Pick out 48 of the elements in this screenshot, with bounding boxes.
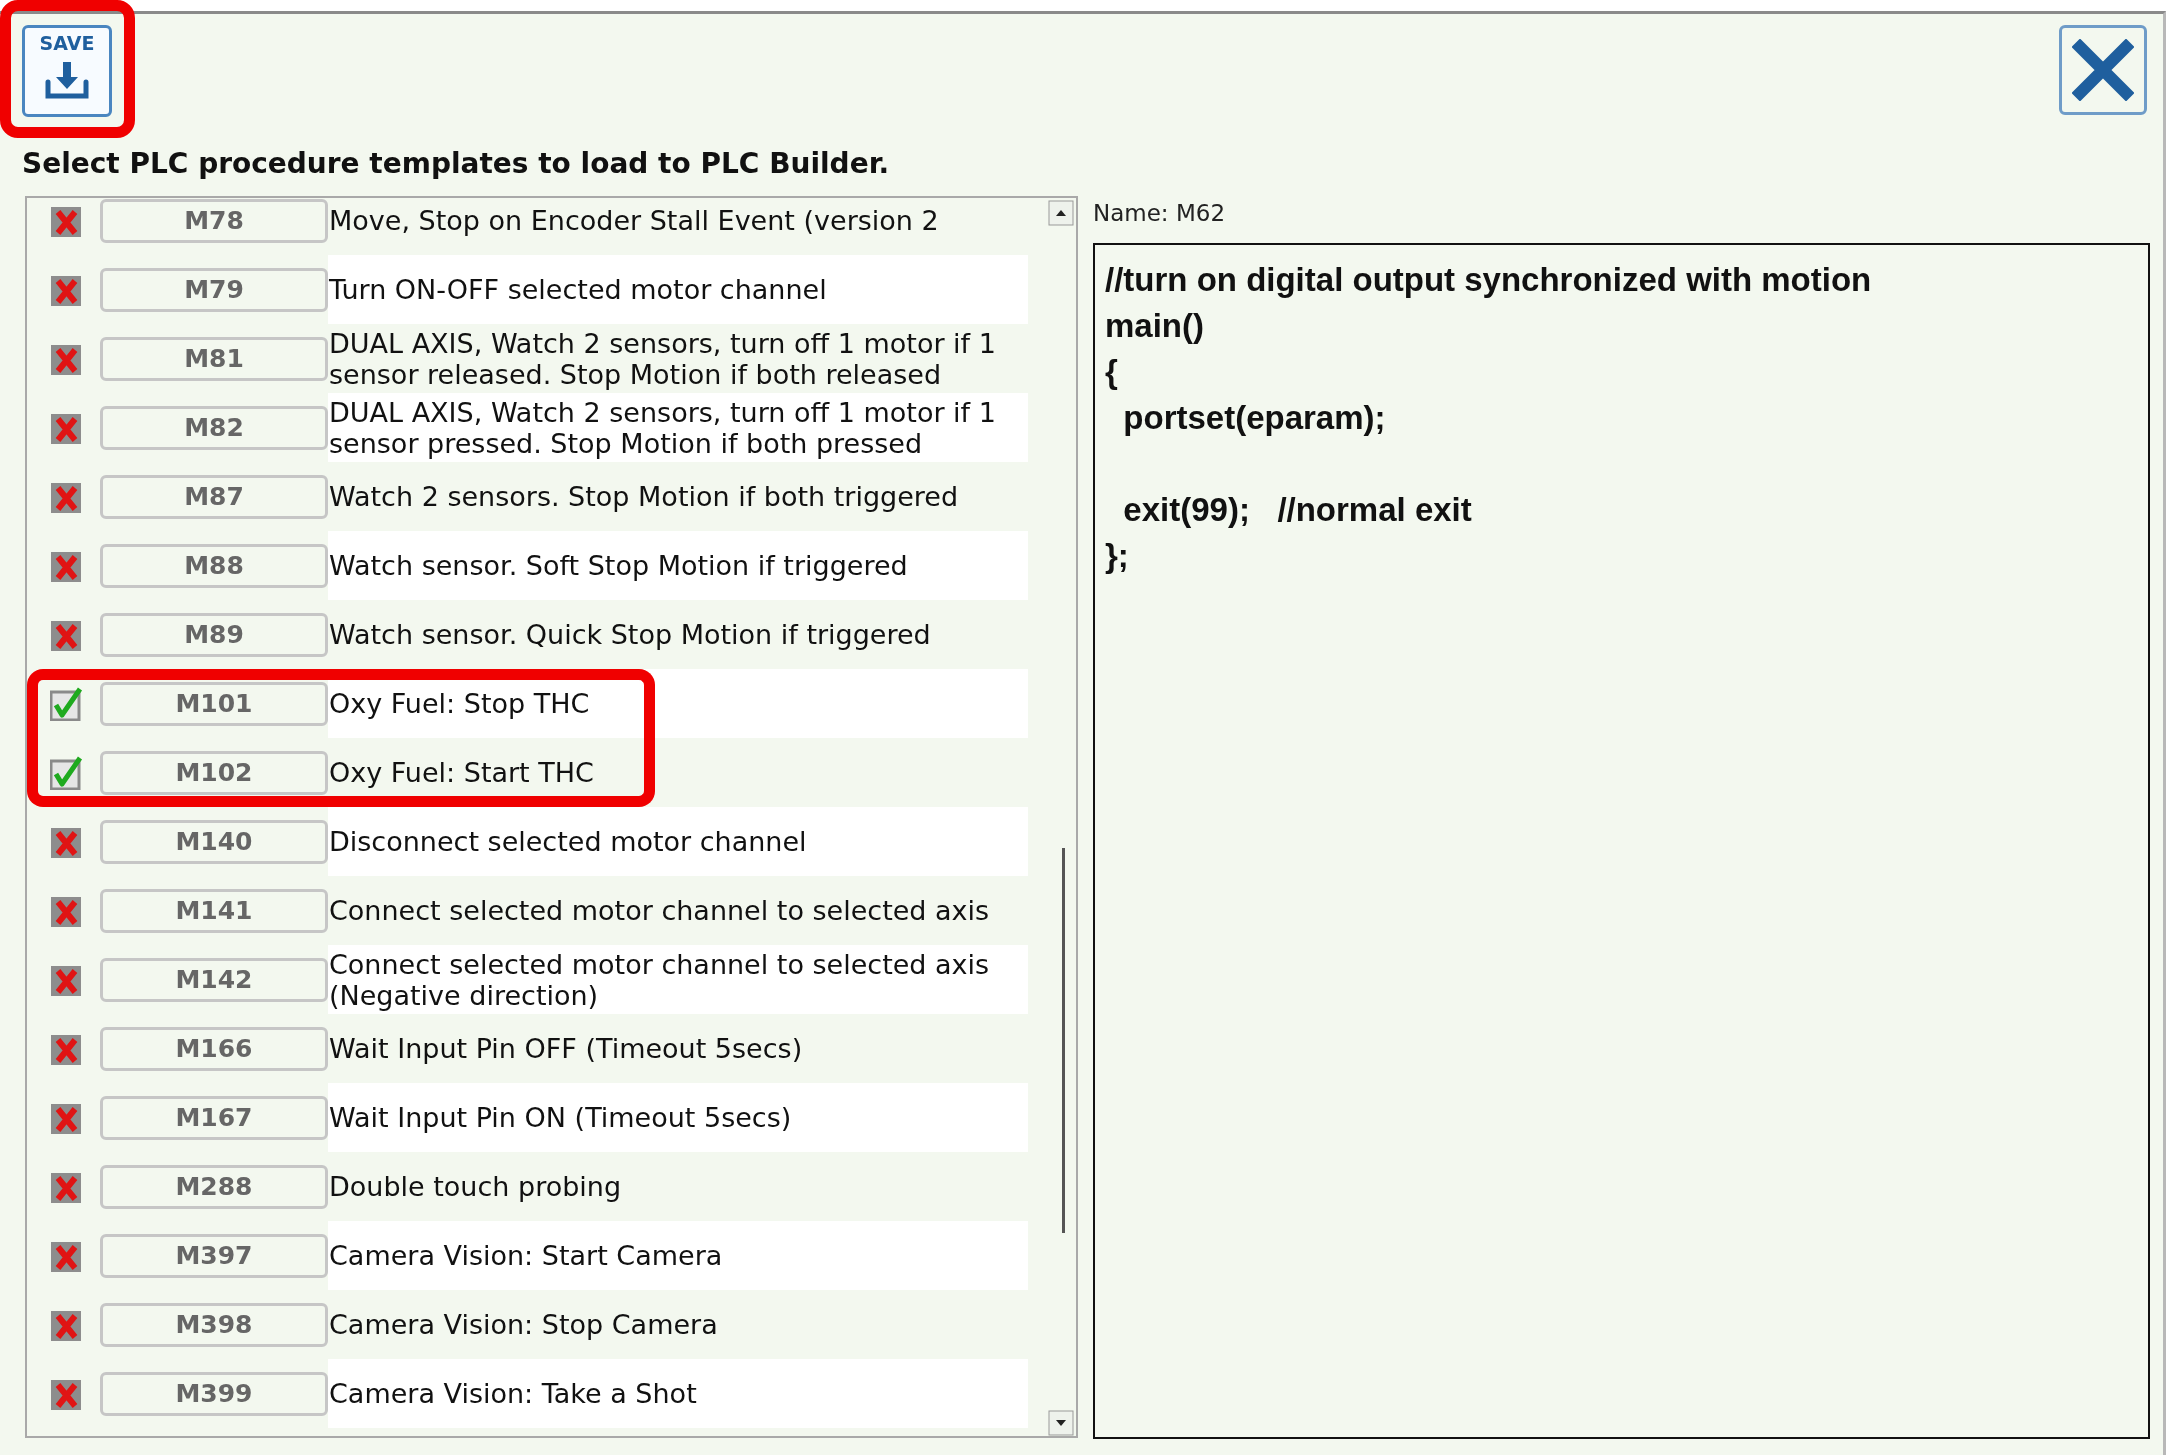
template-code-button[interactable]: M397 (100, 1233, 328, 1278)
template-code-button[interactable]: M101 (100, 681, 328, 726)
scroll-up-icon[interactable] (1048, 200, 1074, 226)
template-description: Oxy Fuel: Stop THC (329, 688, 590, 719)
template-code-button[interactable]: M141 (100, 888, 328, 933)
save-button[interactable]: SAVE (22, 25, 112, 117)
dialog-title: Select PLC procedure templates to load to PLC Builder. (21, 148, 890, 180)
close-button[interactable] (2059, 25, 2147, 115)
template-description: Watch sensor. Quick Stop Motion if triggered (329, 619, 931, 650)
template-code-button[interactable]: M140 (100, 819, 328, 864)
code-text: //turn on digital output synchronized with motion main() { portset(eparam); exit(99); //normal exit }; (1105, 260, 1872, 576)
template-description: Turn ON-OFF selected motor channel (329, 274, 827, 305)
template-description: Wait Input Pin ON (Timeout 5secs) (329, 1102, 792, 1133)
template-description: Connect selected motor channel to selected axis (329, 895, 990, 926)
template-code-button[interactable]: M78 (100, 198, 328, 243)
template-name: Name: M62 (1093, 199, 1226, 228)
checkbox[interactable] (50, 686, 84, 721)
template-description: Move, Stop on Encoder Stall Event (version 2 (329, 205, 939, 236)
template-code-button[interactable]: M81 (100, 336, 328, 381)
template-description: Oxy Fuel: Start THC (329, 757, 594, 788)
template-code-button[interactable]: M102 (100, 750, 328, 795)
download-icon (44, 60, 90, 100)
template-description: Camera Vision: Start Camera (329, 1240, 723, 1271)
template-code-button[interactable]: M87 (100, 474, 328, 519)
template-description: Watch 2 sensors. Stop Motion if both triggered (329, 481, 959, 512)
scroll-down-icon[interactable] (1048, 1410, 1074, 1436)
template-description: Double touch probing (329, 1171, 622, 1202)
template-code-button[interactable]: M88 (100, 543, 328, 588)
template-description: Connect selected motor channel to selected axis (Negative direction) (329, 948, 991, 1011)
scrollbar[interactable] (1046, 198, 1076, 1436)
template-description: DUAL AXIS, Watch 2 sensors, turn off 1 motor if 1 sensor pressed. Stop Motion if both pressed (329, 396, 997, 459)
template-code-button[interactable]: M288 (100, 1164, 328, 1209)
template-description: Disconnect selected motor channel (329, 826, 807, 857)
template-description: Wait Input Pin OFF (Timeout 5secs) (329, 1033, 803, 1064)
template-code-button[interactable]: M166 (100, 1026, 328, 1071)
close-icon (2072, 39, 2134, 101)
template-code-button[interactable]: M89 (100, 612, 328, 657)
checkbox[interactable] (50, 755, 84, 790)
template-code-button[interactable]: M167 (100, 1095, 328, 1140)
template-code-button[interactable]: M142 (100, 957, 328, 1002)
template-code-button[interactable]: M399 (100, 1371, 328, 1416)
template-code-button[interactable]: M79 (100, 267, 328, 312)
template-description: Camera Vision: Stop Camera (329, 1309, 718, 1340)
template-description: Camera Vision: Take a Shot (329, 1378, 697, 1409)
template-code-button[interactable]: M82 (100, 405, 328, 450)
template-description: Watch sensor. Soft Stop Motion if triggered (329, 550, 908, 581)
template-description: DUAL AXIS, Watch 2 sensors, turn off 1 motor if 1 sensor released. Stop Motion if both released (329, 327, 997, 390)
template-code-button[interactable]: M398 (100, 1302, 328, 1347)
